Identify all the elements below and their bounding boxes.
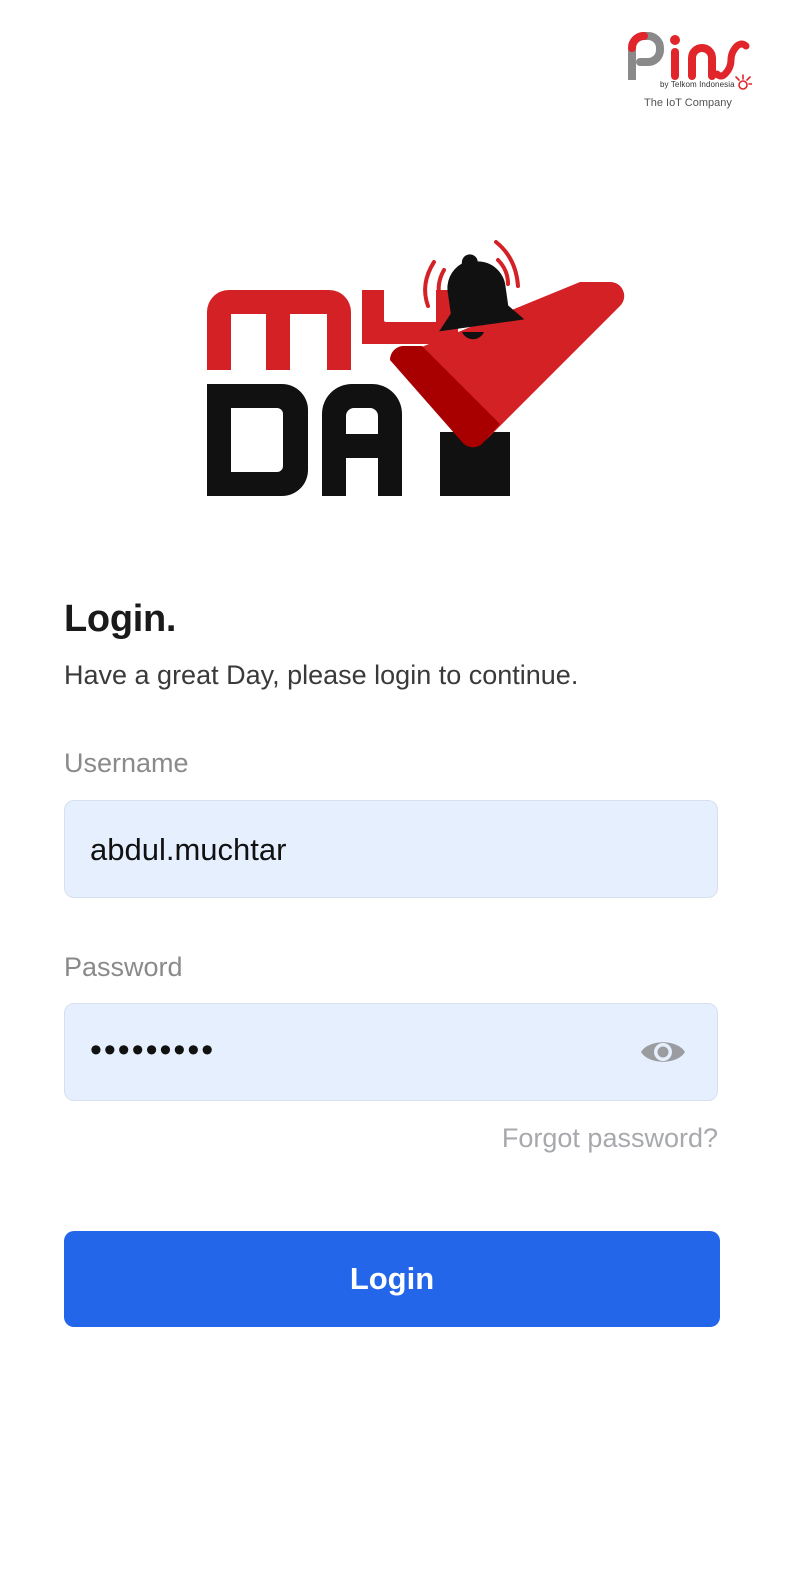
login-button[interactable]: Login bbox=[64, 1231, 720, 1327]
pins-logo: by Telkom Indonesia The IoT Company bbox=[622, 30, 756, 114]
forgot-password-link[interactable]: Forgot password? bbox=[502, 1123, 718, 1154]
username-value: abdul.muchtar bbox=[90, 832, 287, 867]
page-title: Login. bbox=[64, 598, 177, 640]
page-subtitle: Have a great Day, please login to contin… bbox=[64, 660, 579, 690]
myday-logo-graphic bbox=[207, 240, 625, 496]
pins-wordmark-icon bbox=[628, 32, 750, 80]
pins-byline: by Telkom Indonesia bbox=[660, 80, 735, 89]
telkom-sun-icon bbox=[735, 74, 752, 90]
password-field[interactable]: ••••••••• bbox=[64, 1003, 718, 1101]
login-screen: by Telkom Indonesia The IoT Company Logi… bbox=[0, 0, 786, 1572]
pins-tagline: The IoT Company bbox=[644, 97, 732, 109]
eye-icon[interactable] bbox=[639, 1035, 687, 1069]
password-value: ••••••••• bbox=[90, 1031, 216, 1069]
username-label: Username bbox=[64, 748, 189, 778]
myday-logo bbox=[200, 232, 632, 504]
username-field[interactable]: abdul.muchtar bbox=[64, 800, 718, 898]
password-label: Password bbox=[64, 952, 183, 982]
